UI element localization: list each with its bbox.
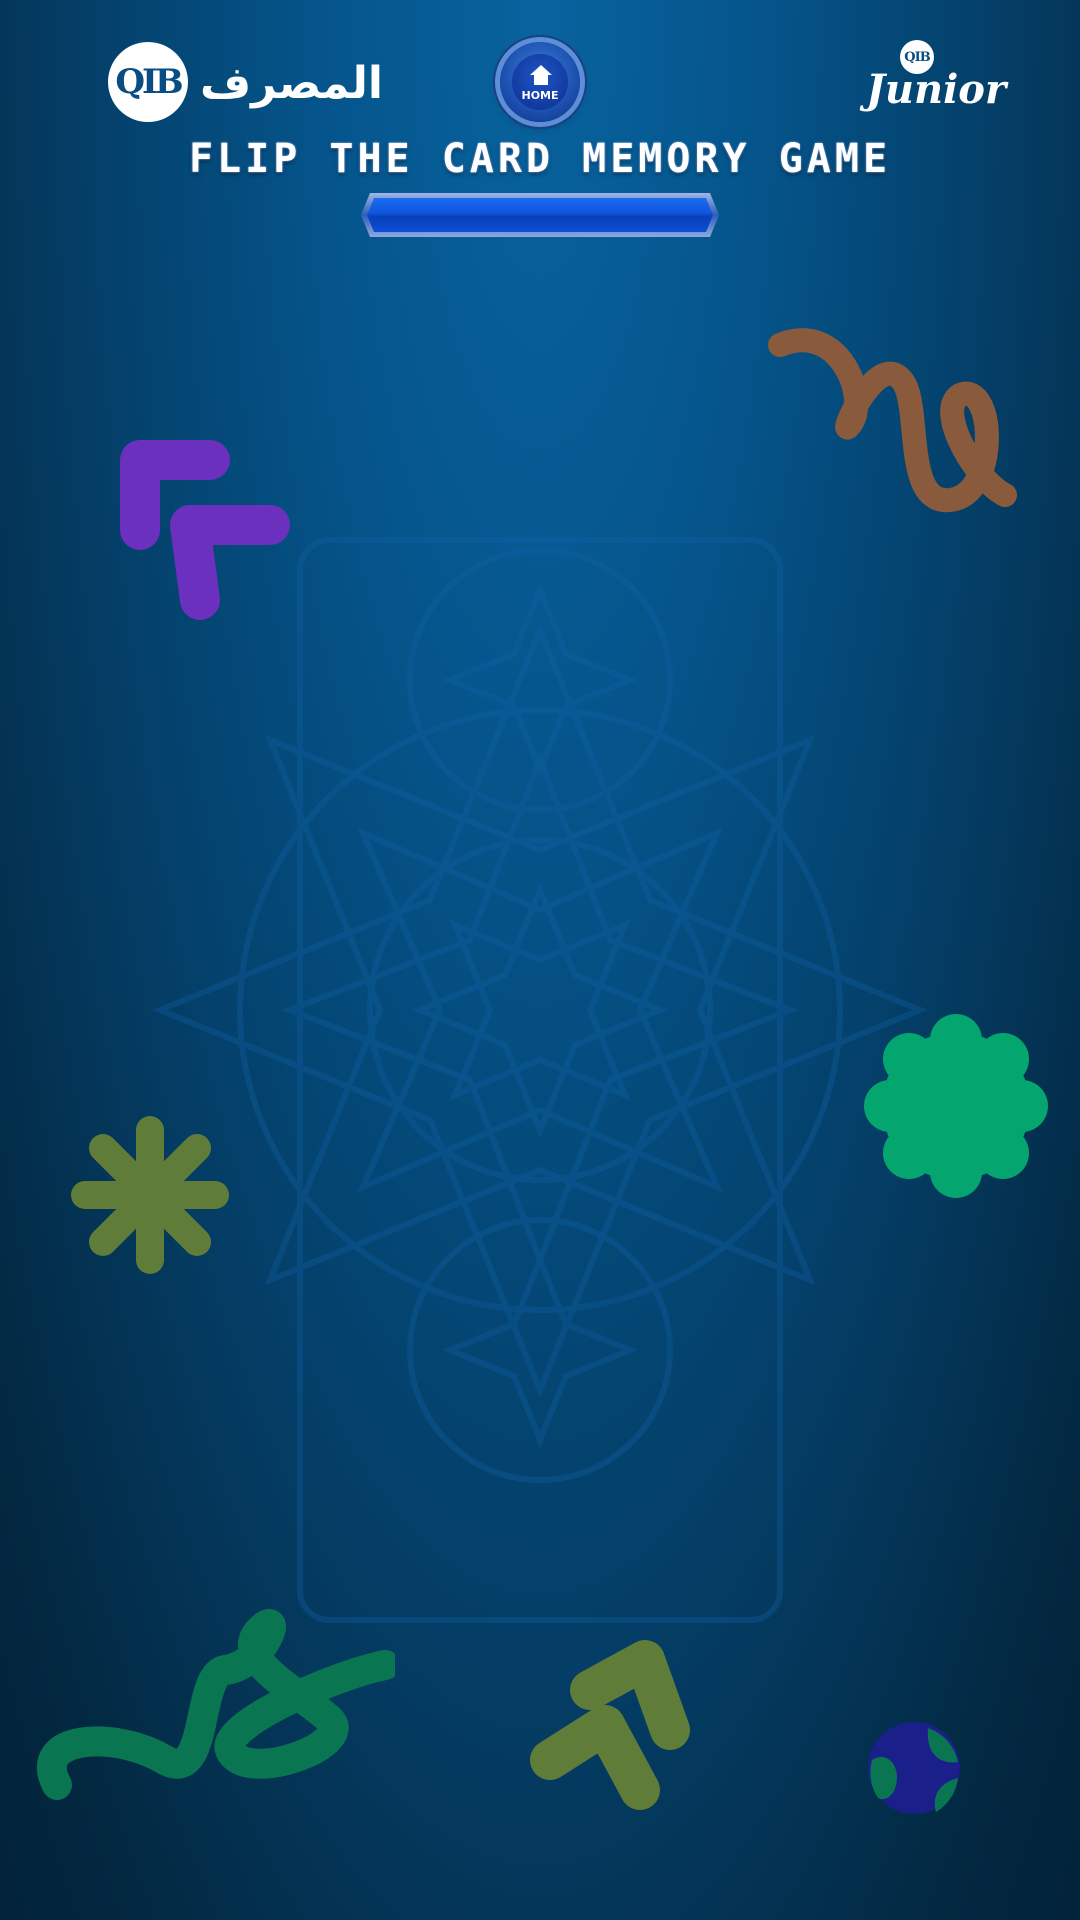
home-button-label: HOME [521, 89, 559, 102]
header-bar: QIB المصرف HOME QIB Junior FLIP THE CARD… [0, 0, 1080, 260]
geometric-background-pattern [152, 537, 928, 1623]
bank-arabic-name: المصرف [200, 58, 383, 109]
junior-badge-text: QIB [904, 49, 930, 65]
qib-logo-text: QIB [115, 62, 183, 102]
green-flower-shape [864, 1014, 1048, 1198]
olive-arrow-shape [530, 1640, 690, 1810]
home-icon [530, 65, 552, 85]
ball-shape [868, 1722, 960, 1814]
junior-logo-text: Junior [866, 66, 1007, 113]
purple-arrow-shape [120, 440, 290, 620]
brown-squiggle-shape [768, 328, 1017, 513]
qib-logo: QIB [108, 42, 188, 122]
home-button-face[interactable]: HOME [512, 54, 568, 110]
progress-bar [361, 193, 719, 237]
olive-asterisk-shape [71, 1116, 229, 1274]
home-button[interactable]: HOME [500, 42, 580, 122]
game-title: FLIP THE CARD MEMORY GAME [188, 136, 892, 182]
dark-green-squiggle-shape [36, 1608, 395, 1800]
progress-bar-track [367, 198, 713, 232]
qib-junior-logo: QIB Junior [866, 40, 1006, 130]
